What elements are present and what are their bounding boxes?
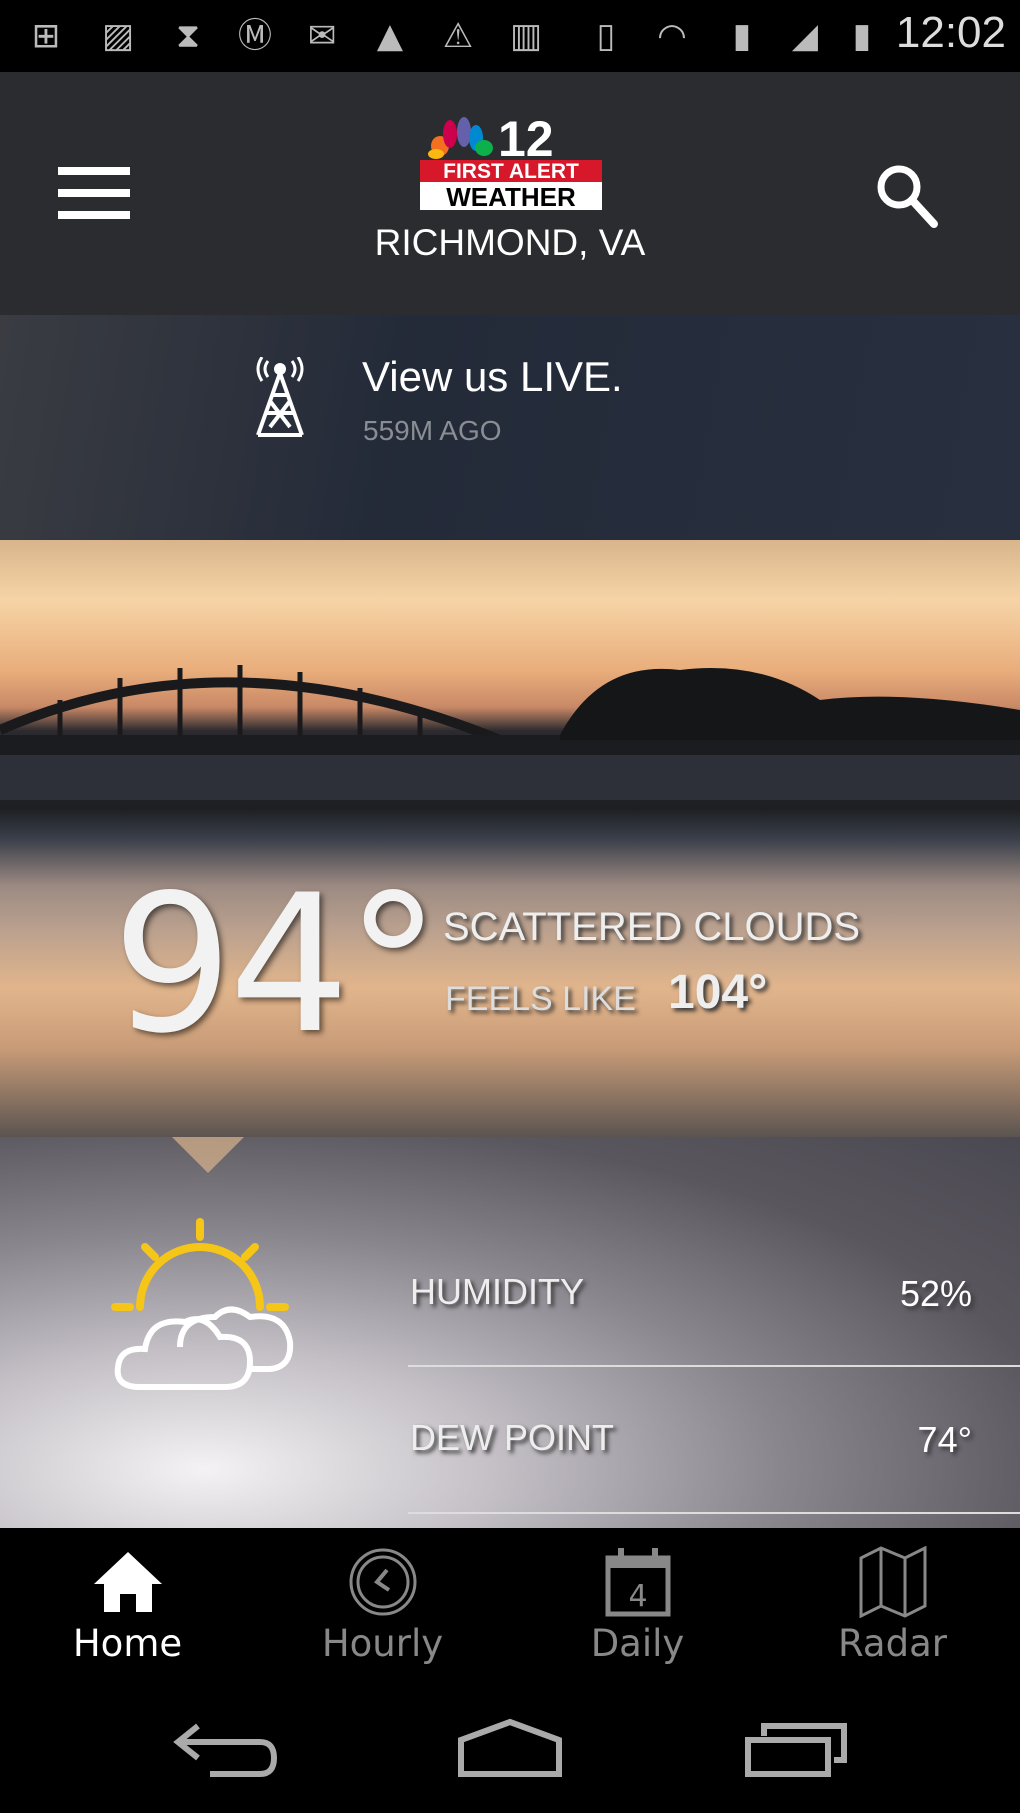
map-icon <box>859 1545 926 1619</box>
humidity-label: HUMIDITY <box>410 1271 584 1312</box>
live-title: View us LIVE. <box>362 353 623 400</box>
add-box-icon: ⊞ <box>31 16 61 56</box>
hourglass-icon: ⧗ <box>176 16 200 56</box>
feels-like-value: 104° <box>668 966 768 1019</box>
home-nav-icon[interactable] <box>455 1718 565 1778</box>
tab-radar[interactable]: Radar <box>765 1528 1020 1678</box>
condition-text: SCATTERED CLOUDS <box>443 905 861 949</box>
status-bar: ⊞ ▨ ⧗ Ⓜ ✉ ▲ ⚠ ▥ ▯ ◠ ▮ ◢ ▮ 12:02 <box>0 0 1020 72</box>
live-banner[interactable]: View us LIVE. 559M AGO <box>0 315 1020 540</box>
android-nav-bar <box>0 1678 1020 1813</box>
tab-label: Hourly <box>321 1622 444 1665</box>
app-header: 12 FIRST ALERT WEATHER RICHMOND, VA <box>0 72 1020 315</box>
weather-background-photo: 94° SCATTERED CLOUDS FEELS LIKE 104° <box>0 540 1020 1137</box>
menu-icon[interactable] <box>58 167 130 219</box>
motorola-icon: Ⓜ <box>238 16 272 56</box>
image-icon: ▨ <box>101 16 135 56</box>
humidity-value: 52% <box>899 1273 972 1314</box>
feels-like-label: FEELS LIKE <box>445 980 636 1018</box>
tab-home[interactable]: Home <box>0 1528 255 1678</box>
dew-point-value: 74° <box>917 1419 972 1460</box>
nbc12-logo: 12 FIRST ALERT WEATHER <box>420 114 602 210</box>
bridge-silhouette <box>0 665 1020 800</box>
bottom-tab-bar: Home Hourly 4 Daily Radar <box>0 1528 1020 1678</box>
sd-card-icon: ▮ <box>732 16 752 56</box>
partly-cloudy-icon <box>111 1218 294 1390</box>
triangle-app-icon: ▲ <box>376 16 404 56</box>
tab-label: Radar <box>838 1622 947 1665</box>
svg-text:WEATHER: WEATHER <box>446 182 576 210</box>
tab-label: Daily <box>590 1622 685 1665</box>
rotate-icon: ▯ <box>596 16 616 56</box>
divider <box>408 1365 1020 1367</box>
pointer-arrow <box>172 1137 244 1173</box>
tab-label: Home <box>72 1622 183 1665</box>
battery-charging-icon: ▮ <box>852 16 872 56</box>
warning-icon: ⚠ <box>442 16 474 56</box>
svg-text:FIRST ALERT: FIRST ALERT <box>443 160 579 183</box>
signal-icon: ◢ <box>791 16 819 56</box>
clock: 12:02 <box>895 8 1006 57</box>
conditions-panel: HUMIDITY 52% DEW POINT 74° <box>0 1137 1020 1528</box>
gmail-icon: ✉ <box>307 16 337 56</box>
home-icon <box>93 1552 162 1612</box>
divider <box>408 1512 1020 1514</box>
wifi-icon: ◠ <box>657 16 687 56</box>
live-timestamp: 559M AGO <box>363 415 502 446</box>
clock-icon <box>349 1548 416 1616</box>
back-icon[interactable] <box>170 1718 280 1778</box>
calendar-day: 4 <box>628 1579 647 1614</box>
dew-point-label: DEW POINT <box>410 1417 614 1458</box>
barcode-icon: ▥ <box>509 16 543 56</box>
tab-daily[interactable]: 4 Daily <box>510 1528 765 1678</box>
tab-hourly[interactable]: Hourly <box>255 1528 510 1678</box>
recent-apps-icon[interactable] <box>742 1718 852 1778</box>
location-title[interactable]: RICHMOND, VA <box>0 222 1020 264</box>
broadcast-tower-icon <box>256 357 304 437</box>
calendar-icon: 4 <box>605 1548 670 1617</box>
current-temperature: 94° <box>112 854 441 1075</box>
search-icon[interactable] <box>872 160 942 230</box>
